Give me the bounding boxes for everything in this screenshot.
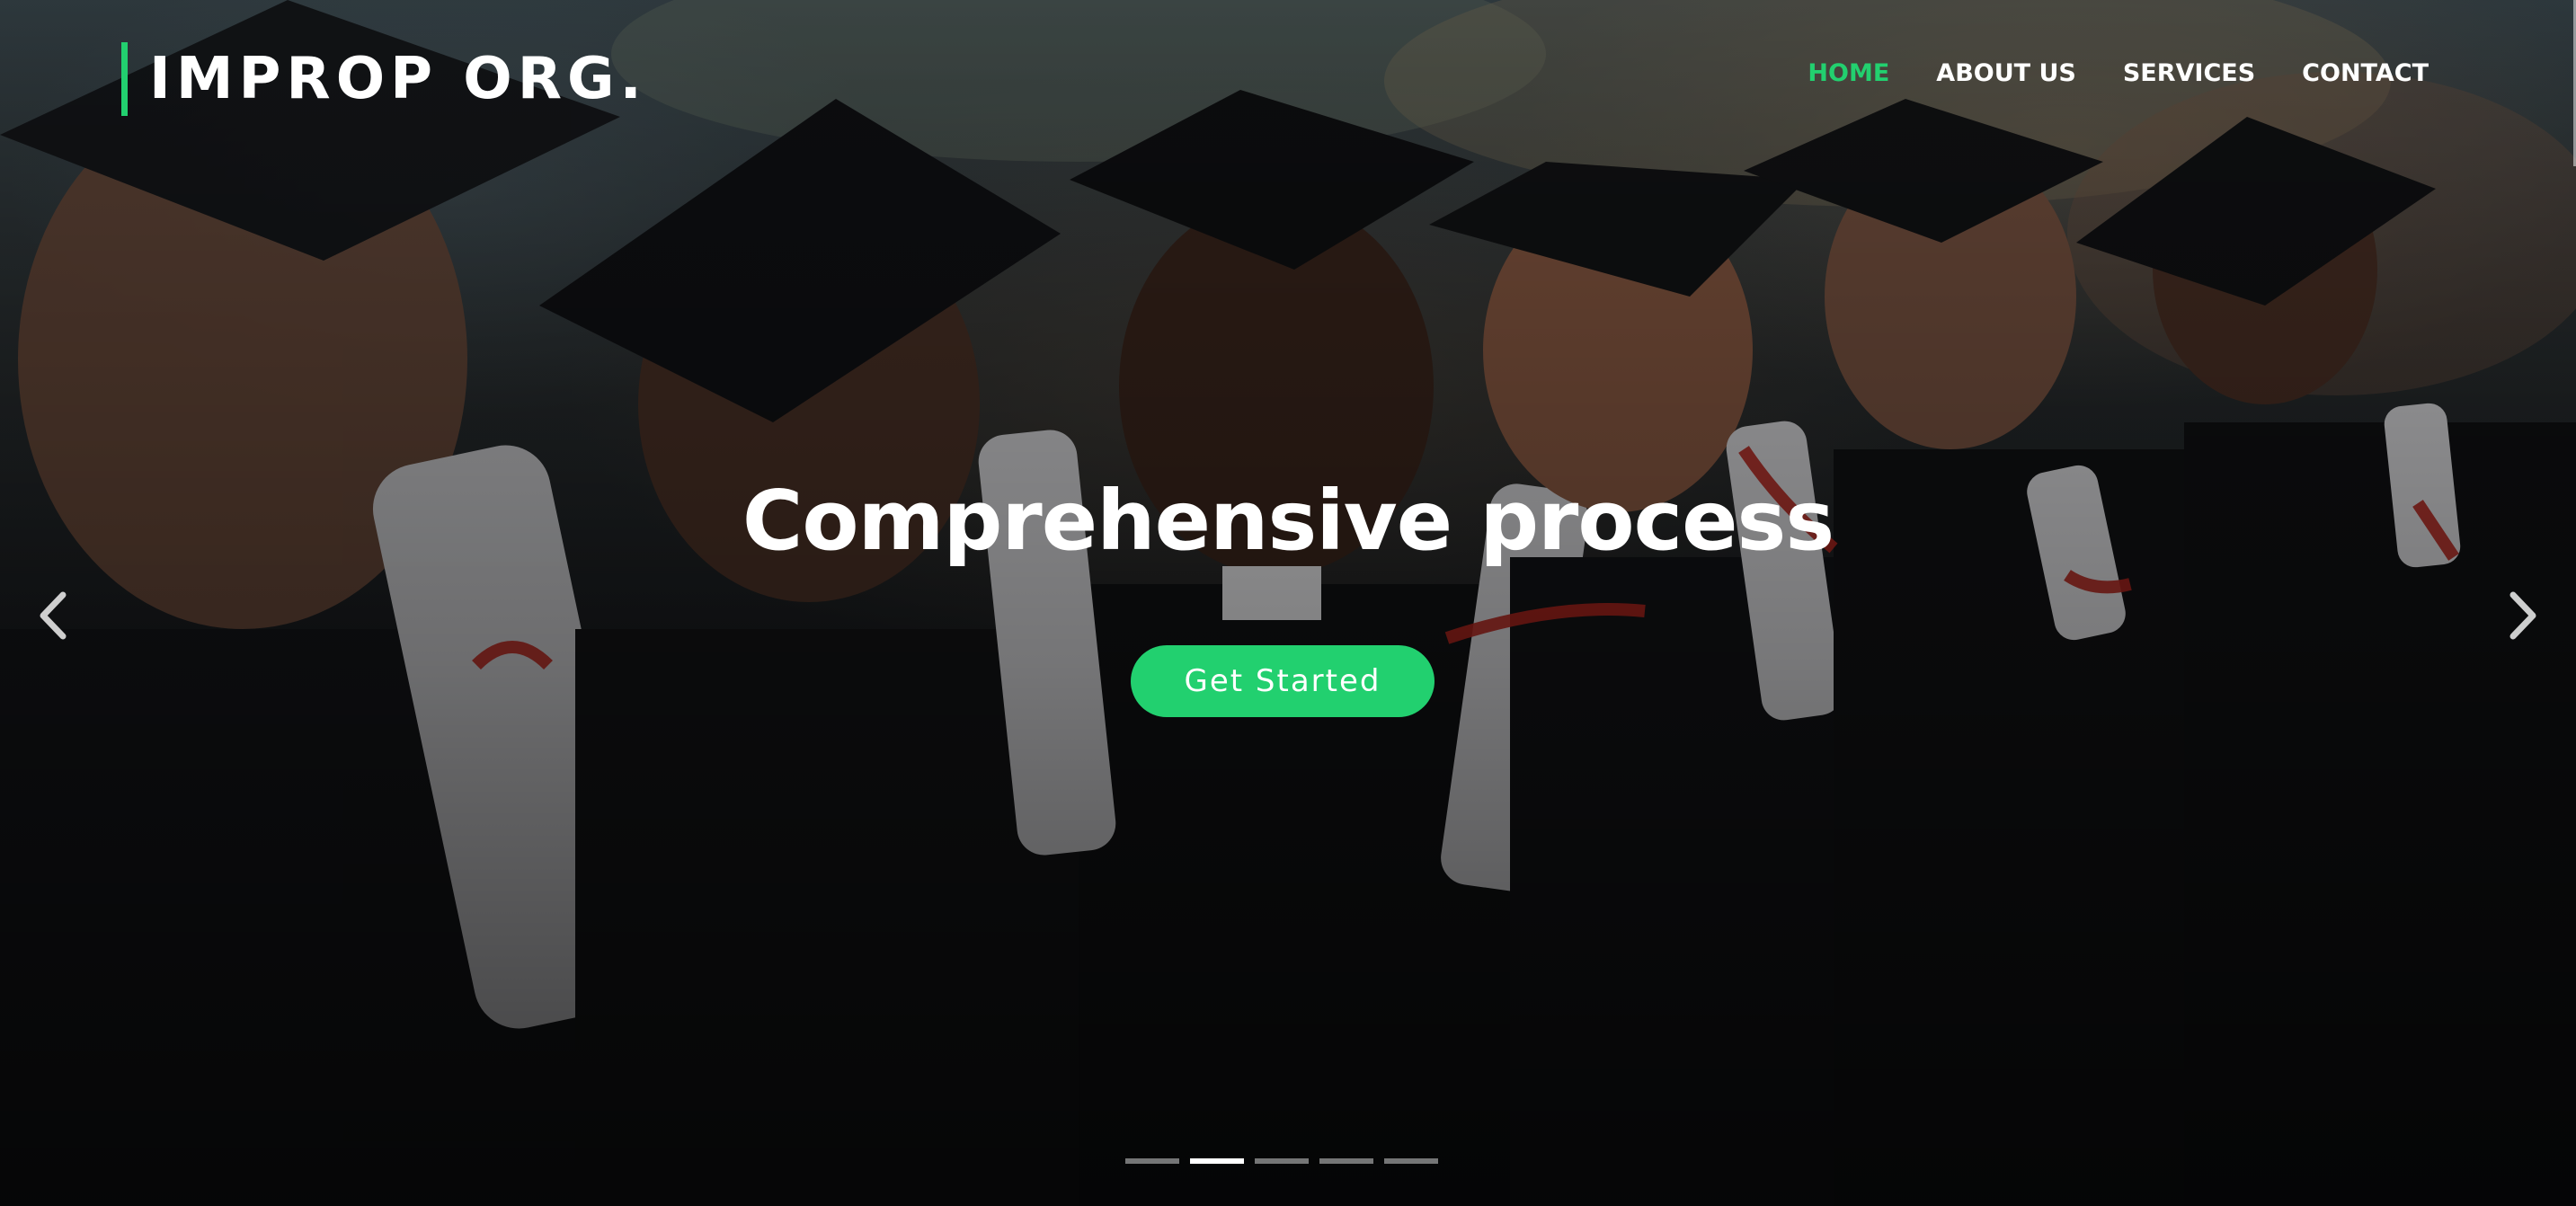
carousel-indicators xyxy=(1125,1158,1438,1164)
nav-item-about-us[interactable]: ABOUT US xyxy=(1936,56,2076,92)
nav-item-services[interactable]: SERVICES xyxy=(2123,56,2255,92)
graduates-photo xyxy=(0,0,2576,1206)
carousel-prev-button[interactable] xyxy=(31,584,76,647)
carousel-indicator-2[interactable] xyxy=(1190,1158,1244,1164)
chevron-left-icon xyxy=(40,591,67,640)
hero-title: Comprehensive process xyxy=(742,473,1834,569)
hero-section: IMPROP ORG. HOME ABOUT US SERVICES CONTA… xyxy=(0,0,2576,1206)
carousel-indicator-1[interactable] xyxy=(1125,1158,1179,1164)
get-started-button[interactable]: Get Started xyxy=(1131,645,1435,717)
brand-logo[interactable]: IMPROP ORG. xyxy=(121,41,647,117)
carousel-indicator-5[interactable] xyxy=(1384,1158,1438,1164)
dark-overlay xyxy=(0,0,2576,1206)
brand-name: IMPROP ORG. xyxy=(149,46,647,112)
chevron-right-icon xyxy=(2509,591,2536,640)
carousel-indicator-3[interactable] xyxy=(1255,1158,1309,1164)
carousel-next-button[interactable] xyxy=(2500,584,2545,647)
nav-item-home[interactable]: HOME xyxy=(1808,56,1889,92)
carousel-indicator-4[interactable] xyxy=(1319,1158,1373,1164)
main-nav: HOME ABOUT US SERVICES CONTACT xyxy=(1808,56,2429,92)
nav-item-contact[interactable]: CONTACT xyxy=(2302,56,2429,92)
brand-accent-bar xyxy=(121,42,128,116)
